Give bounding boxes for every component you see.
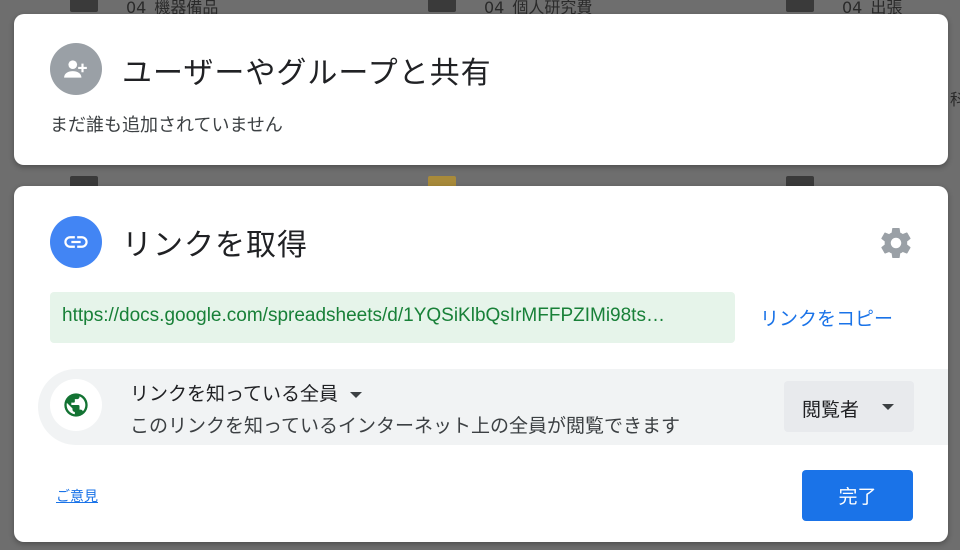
role-dropdown[interactable]: 閲覧者 [784, 381, 914, 432]
caret-down-icon [882, 404, 894, 410]
share-url-field[interactable]: https://docs.google.com/spreadsheets/d/1… [50, 292, 735, 343]
person-add-icon [50, 43, 102, 95]
get-link-card: リンクを取得 https://docs.google.com/spreadshe… [14, 186, 948, 542]
share-dialog-title: ユーザーやグループと共有 [122, 56, 492, 91]
folder-icon [428, 0, 456, 12]
partial-text: 科 [950, 90, 960, 109]
copy-link-button[interactable]: リンクをコピー [760, 304, 893, 331]
access-scope-label: リンクを知っている全員 [130, 383, 339, 405]
general-access-row: リンクを知っている全員 このリンクを知っているインターネット上の全員が閲覧できま… [38, 369, 948, 445]
folder-icon [786, 0, 814, 12]
caret-down-icon [350, 391, 363, 398]
share-status-text: まだ誰も追加されていません [50, 115, 283, 136]
share-url-text[interactable]: https://docs.google.com/spreadsheets/d/1… [62, 305, 726, 327]
link-icon [50, 216, 102, 268]
access-description: このリンクを知っているインターネット上の全員が閲覧できます [130, 415, 681, 437]
role-label: 閲覧者 [802, 399, 860, 421]
feedback-link[interactable]: ご意見 [56, 486, 98, 506]
link-dialog-title: リンクを取得 [122, 228, 308, 263]
access-scope-dropdown[interactable]: リンクを知っている全員 [130, 379, 363, 406]
done-button[interactable]: 完了 [802, 470, 913, 521]
folder-icon [70, 0, 98, 12]
share-with-people-card: ユーザーやグループと共有 まだ誰も追加されていません [14, 14, 948, 165]
globe-icon [50, 379, 102, 431]
gear-icon[interactable] [878, 225, 914, 261]
